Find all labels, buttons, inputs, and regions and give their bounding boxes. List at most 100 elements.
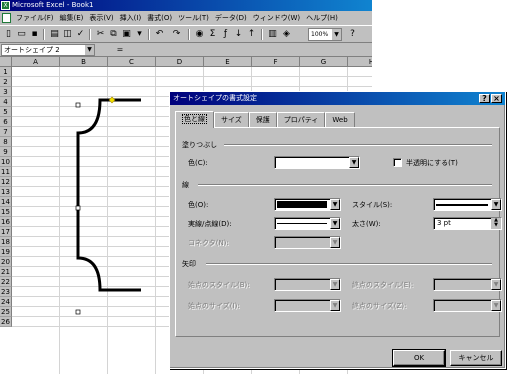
semi-transparent-checkbox[interactable] — [393, 158, 402, 167]
format-painter-icon[interactable]: ▾ — [133, 28, 146, 41]
menu-file[interactable]: ファイル(F) — [13, 11, 57, 25]
cut-icon[interactable]: ✂ — [94, 28, 107, 41]
formula-equals-button[interactable]: = — [112, 44, 128, 56]
bracket-path[interactable] — [76, 98, 141, 292]
preview-icon[interactable]: ◫ — [61, 28, 74, 41]
formula-bar: オートシェイプ 2 ▼ = — [0, 43, 372, 57]
line-group-label: 線 — [182, 181, 189, 189]
dash-type-select[interactable]: ▼ — [274, 217, 341, 230]
menu-help[interactable]: ヘルプ(H) — [303, 11, 341, 25]
autosum-icon[interactable]: Σ — [206, 28, 219, 41]
selection-handle[interactable] — [75, 309, 81, 315]
dash-type-sample — [277, 223, 327, 224]
save-icon[interactable]: ▪ — [28, 28, 41, 41]
spin-arrows-icon[interactable]: ▲ ▼ — [491, 218, 501, 229]
chevron-down-icon: ▼ — [491, 279, 501, 290]
sort-desc-icon[interactable]: ↑ — [245, 28, 258, 41]
menu-data[interactable]: データ(D) — [212, 11, 250, 25]
tab-web[interactable]: Web — [325, 112, 355, 127]
hyperlink-icon[interactable]: ◉ — [193, 28, 206, 41]
name-box-value: オートシェイプ 2 — [4, 46, 60, 54]
new-icon[interactable]: ▯ — [2, 28, 15, 41]
colors-lines-panel: 塗りつぶし 色(C): ▼ 半透明にする(T) 線 色(O): ▼ スタイル(S… — [175, 127, 502, 337]
line-style-label: スタイル(S): — [352, 201, 393, 209]
menu-format[interactable]: 書式(O) — [144, 11, 175, 25]
begin-size-label: 始点のサイズ(I): — [188, 302, 240, 310]
cancel-button[interactable]: キャンセル — [450, 350, 502, 366]
semi-transparent-label: 半透明にする(T) — [406, 159, 458, 167]
menu-window[interactable]: ウィンドウ(W) — [250, 11, 303, 25]
dialog-title-bar: オートシェイプの書式設定 ? × — [170, 92, 505, 105]
chevron-down-icon: ▼ — [330, 237, 340, 248]
connector-label: コネクタ(N): — [188, 239, 229, 247]
fill-color-swatch — [277, 159, 346, 166]
tab-properties[interactable]: プロパティ — [276, 112, 326, 127]
help-button[interactable]: ? — [479, 94, 490, 103]
arrows-group-rule — [206, 263, 492, 265]
end-size-select: ▼ — [433, 299, 502, 312]
fill-color-select[interactable]: ▼ — [274, 156, 360, 169]
redo-icon[interactable]: ↷ — [170, 28, 183, 41]
line-weight-spinner[interactable]: 3 pt ▲ ▼ — [433, 217, 502, 230]
format-autoshape-dialog: オートシェイプの書式設定 ? × 色と線 サイズ 保護 プロパティ Web 塗り… — [169, 91, 506, 369]
line-color-swatch — [277, 201, 327, 208]
sort-asc-icon[interactable]: ↓ — [232, 28, 245, 41]
line-group-rule — [198, 184, 492, 186]
menu-tools[interactable]: ツール(T) — [175, 11, 212, 25]
spell-icon[interactable]: ✓ — [74, 28, 87, 41]
begin-size-select: ▼ — [274, 299, 341, 312]
selection-handle[interactable] — [75, 205, 81, 211]
chevron-down-icon[interactable]: ▼ — [332, 29, 341, 40]
chevron-down-icon[interactable]: ▼ — [330, 199, 340, 210]
line-style-select[interactable]: ▼ — [433, 198, 502, 211]
ok-button[interactable]: OK — [392, 349, 446, 367]
zoom-value: 100% — [311, 31, 329, 38]
zoom-select[interactable]: 100% ▼ — [308, 28, 342, 41]
tab-size[interactable]: サイズ — [214, 112, 249, 127]
arrows-group-label: 矢印 — [182, 260, 196, 268]
print-icon[interactable]: ▤ — [48, 28, 61, 41]
menu-view[interactable]: 表示(V) — [86, 11, 116, 25]
tab-colors-lines[interactable]: 色と線 — [175, 111, 214, 128]
menu-edit[interactable]: 編集(E) — [57, 11, 87, 25]
end-style-label: 終点のスタイル(E): — [352, 281, 414, 289]
toolbar-separator — [148, 29, 150, 40]
end-style-select: ▼ — [433, 278, 502, 291]
undo-icon[interactable]: ↶ — [153, 28, 166, 41]
help-icon[interactable]: ? — [346, 28, 359, 41]
chevron-down-icon: ▼ — [330, 300, 340, 311]
open-icon[interactable]: ▭ — [15, 28, 28, 41]
line-color-select[interactable]: ▼ — [274, 198, 341, 211]
toolbar-separator — [261, 29, 263, 40]
standard-toolbar: ▯ ▭ ▪ ▤ ◫ ✓ ✂ ⧉ ▣ ▾ ↶ ↷ ◉ Σ ƒ ↓ ↑ ▥ ◈ 10… — [0, 25, 372, 43]
connector-select: ▼ — [274, 236, 341, 249]
chart-wizard-icon[interactable]: ▥ — [266, 28, 279, 41]
tab-colors-lines-label: 色と線 — [182, 114, 207, 124]
chevron-down-icon[interactable]: ▼ — [330, 218, 340, 229]
fill-color-label: 色(C): — [188, 159, 208, 167]
tab-protection[interactable]: 保護 — [248, 112, 277, 127]
fill-group-label: 塗りつぶし — [182, 141, 218, 149]
begin-style-label: 始点のスタイル(B): — [188, 281, 250, 289]
drawing-icon[interactable]: ◈ — [280, 28, 293, 41]
workbook-icon[interactable] — [2, 13, 11, 23]
chevron-down-icon[interactable]: ▼ — [349, 157, 359, 168]
toolbar-separator — [188, 29, 190, 40]
chevron-down-icon[interactable]: ▼ — [85, 45, 94, 55]
adjust-handle[interactable] — [108, 96, 116, 104]
chevron-down-icon[interactable]: ▼ — [491, 199, 501, 210]
chevron-down-icon: ▼ — [330, 279, 340, 290]
menu-insert[interactable]: 挿入(I) — [117, 11, 145, 25]
dialog-title: オートシェイプの書式設定 — [173, 94, 257, 102]
copy-icon[interactable]: ⧉ — [107, 28, 120, 41]
begin-style-select: ▼ — [274, 278, 341, 291]
toolbar-separator — [89, 29, 91, 40]
close-button[interactable]: × — [491, 94, 502, 103]
selection-handle[interactable] — [75, 102, 81, 108]
function-icon[interactable]: ƒ — [219, 28, 232, 41]
menu-bar: ファイル(F) 編集(E) 表示(V) 挿入(I) 書式(O) ツール(T) デ… — [0, 11, 372, 25]
paste-icon[interactable]: ▣ — [120, 28, 133, 41]
name-box[interactable]: オートシェイプ 2 ▼ — [1, 44, 95, 56]
line-style-sample — [436, 204, 488, 206]
excel-title-bar: X Microsoft Excel - Book1 — [0, 0, 372, 11]
